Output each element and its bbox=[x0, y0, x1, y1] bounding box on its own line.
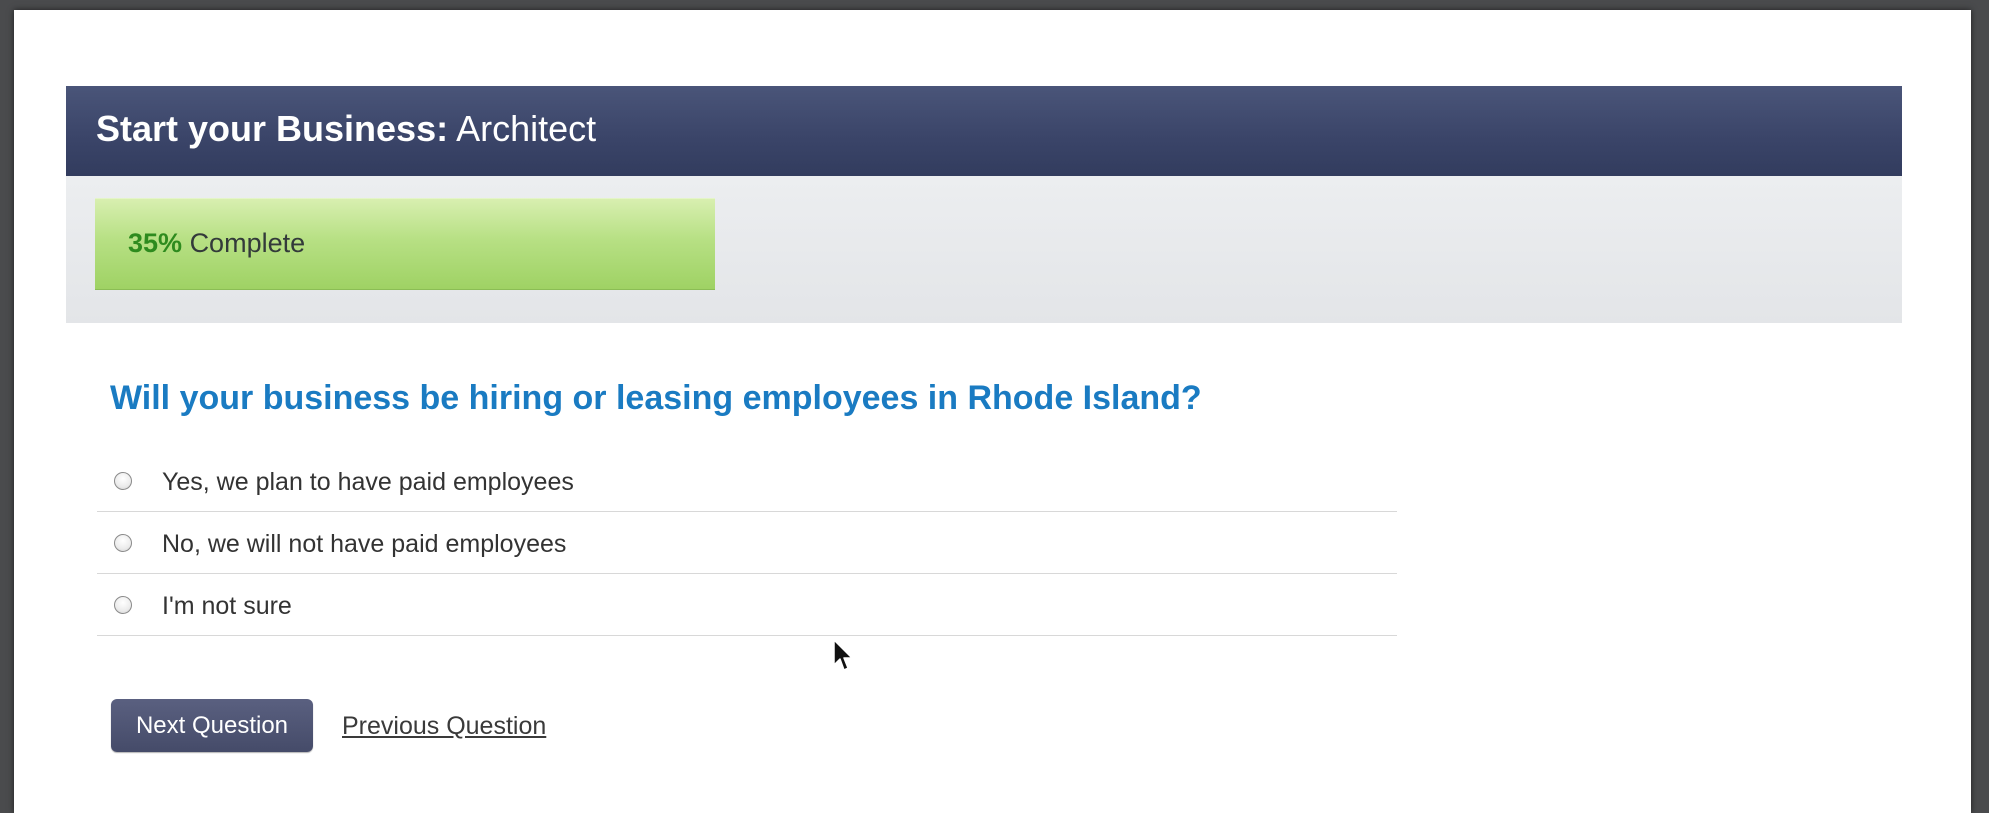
radio-button-icon[interactable] bbox=[114, 596, 132, 614]
previous-question-link[interactable]: Previous Question bbox=[342, 712, 546, 741]
progress-panel: 35% Complete bbox=[66, 176, 1902, 323]
mouse-pointer-icon bbox=[833, 639, 853, 671]
page-title: Start your Business: Architect bbox=[96, 108, 596, 150]
option-label[interactable]: Yes, we plan to have paid employees bbox=[162, 468, 574, 497]
radio-button-icon[interactable] bbox=[114, 534, 132, 552]
page-title-prefix: Start your Business: bbox=[96, 108, 449, 149]
progress-track: 35% Complete bbox=[95, 198, 1867, 290]
answer-options: Yes, we plan to have paid employees No, … bbox=[97, 450, 1397, 636]
option-not-sure[interactable]: I'm not sure bbox=[97, 574, 1397, 636]
option-no[interactable]: No, we will not have paid employees bbox=[97, 512, 1397, 574]
option-yes[interactable]: Yes, we plan to have paid employees bbox=[97, 450, 1397, 512]
radio-button-icon[interactable] bbox=[114, 472, 132, 490]
progress-text: 35% Complete bbox=[128, 228, 305, 259]
progress-percent: 35% bbox=[128, 228, 183, 258]
page-title-profession: Architect bbox=[456, 108, 597, 149]
next-question-button[interactable]: Next Question bbox=[111, 699, 313, 752]
option-label[interactable]: No, we will not have paid employees bbox=[162, 530, 566, 559]
page-header: Start your Business: Architect bbox=[66, 86, 1902, 177]
option-label[interactable]: I'm not sure bbox=[162, 592, 292, 621]
progress-label: Complete bbox=[189, 228, 306, 258]
question-heading: Will your business be hiring or leasing … bbox=[110, 379, 1202, 417]
